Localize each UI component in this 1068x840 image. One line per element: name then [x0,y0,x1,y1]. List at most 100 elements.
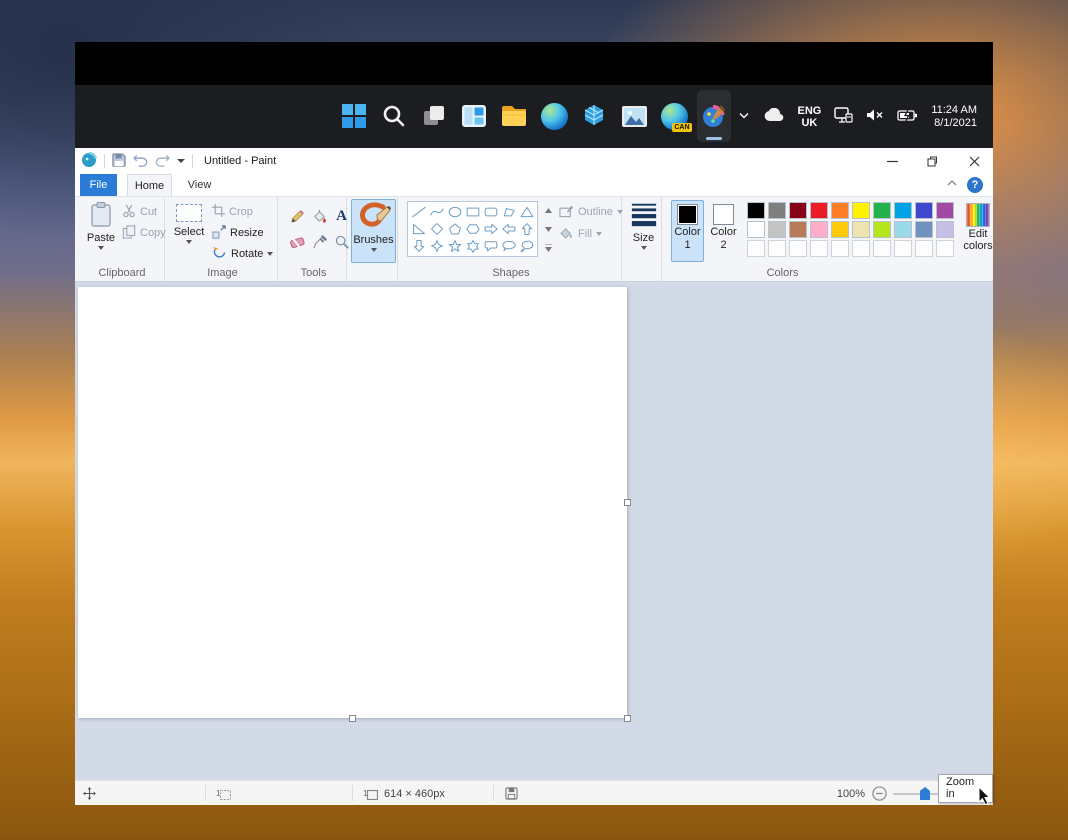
task-view-taskbar-icon[interactable] [417,90,451,142]
palette-swatch[interactable] [831,221,849,238]
shape-hexagon-button[interactable] [464,221,481,237]
palette-swatch[interactable] [915,202,933,219]
palette-swatch[interactable] [936,202,954,219]
onedrive-cloud-icon[interactable] [763,108,784,125]
palette-swatch[interactable] [789,202,807,219]
palette-swatch[interactable] [852,221,870,238]
shape-ellipse-button[interactable] [446,204,463,220]
size-dropdown-caret[interactable] [641,246,647,250]
pencil-tool-button[interactable] [287,205,308,227]
cut-button[interactable]: Cut [122,203,157,221]
magnifier-tool-button[interactable] [331,231,352,253]
minimize-button[interactable] [875,148,909,174]
resize-handle-corner[interactable] [624,715,631,722]
tab-home[interactable]: Home [127,174,172,196]
palette-swatch[interactable] [894,202,912,219]
brushes-dropdown-caret[interactable] [371,248,377,252]
palette-swatch[interactable] [852,202,870,219]
undo-button[interactable] [133,153,148,170]
palette-swatch[interactable] [810,221,828,238]
search-taskbar-icon[interactable] [377,90,411,142]
palette-swatch[interactable] [768,221,786,238]
palette-swatch[interactable] [873,221,891,238]
select-dropdown-caret[interactable] [186,240,192,244]
fill-dropdown-caret[interactable] [596,232,602,236]
shape-diamond-button[interactable] [428,221,445,237]
palette-swatch[interactable] [789,221,807,238]
color-picker-tool-button[interactable] [309,231,330,253]
palette-empty-slot[interactable] [747,240,765,257]
fill-button[interactable]: Fill [559,225,602,243]
zoom-slider-thumb[interactable] [920,787,930,800]
palette-swatch[interactable] [936,221,954,238]
tab-file[interactable]: File [80,174,117,196]
edit-colors-button[interactable]: Edit colors [955,200,1001,262]
shape-pentagon-button[interactable] [446,221,463,237]
hidden-icons-chevron-icon[interactable] [738,109,750,124]
3d-viewer-taskbar-icon[interactable] [577,90,611,142]
palette-swatch[interactable] [747,221,765,238]
outline-dropdown-caret[interactable] [617,210,623,214]
fill-tool-button[interactable] [309,205,330,227]
palette-swatch[interactable] [873,202,891,219]
resize-handle-bottom[interactable] [349,715,356,722]
shape-six-point-star-button[interactable] [464,238,481,254]
widgets-taskbar-icon[interactable] [457,90,491,142]
palette-swatch[interactable] [894,221,912,238]
collapse-ribbon-icon[interactable] [947,178,957,190]
tab-view[interactable]: View [177,174,222,196]
shape-triangle-button[interactable] [518,204,535,220]
shape-oval-callout-button[interactable] [500,238,517,254]
palette-empty-slot[interactable] [831,240,849,257]
palette-empty-slot[interactable] [873,240,891,257]
shapes-scroll-up-icon[interactable] [542,201,554,219]
brushes-button[interactable]: Brushes [351,199,396,263]
palette-empty-slot[interactable] [936,240,954,257]
shapes-more-icon[interactable] [542,239,554,257]
select-button[interactable]: Select [171,200,207,260]
battery-icon[interactable] [897,109,918,125]
close-button[interactable] [957,148,991,174]
copy-button[interactable]: Copy [122,224,166,242]
palette-empty-slot[interactable] [894,240,912,257]
palette-swatch[interactable] [915,221,933,238]
shape-four-point-star-button[interactable] [428,238,445,254]
shape-rounded-rectangle-button[interactable] [482,204,499,220]
shape-polygon-button[interactable] [500,204,517,220]
zoom-out-button[interactable] [872,781,887,806]
shape-right-triangle-button[interactable] [410,221,427,237]
shape-left-arrow-button[interactable] [500,221,517,237]
zoom-slider-track[interactable] [893,793,939,795]
palette-empty-slot[interactable] [810,240,828,257]
outline-button[interactable]: Outline [559,203,623,221]
edge-canary-taskbar-icon[interactable]: CAN [657,90,691,142]
palette-swatch[interactable] [831,202,849,219]
shape-rounded-callout-button[interactable] [482,238,499,254]
redo-button[interactable] [155,153,170,170]
volume-muted-icon[interactable] [866,108,884,125]
shape-five-point-star-button[interactable] [446,238,463,254]
palette-swatch[interactable] [810,202,828,219]
customize-toolbar-chevron-icon[interactable] [177,155,185,167]
text-tool-button[interactable]: A [331,205,352,227]
help-button[interactable]: ? [967,177,983,193]
palette-empty-slot[interactable] [768,240,786,257]
paint-taskbar-icon[interactable] [697,90,731,142]
palette-swatch[interactable] [747,202,765,219]
shape-right-arrow-button[interactable] [482,221,499,237]
file-explorer-taskbar-icon[interactable] [497,90,531,142]
palette-swatch[interactable] [768,202,786,219]
save-button[interactable] [112,153,126,170]
language-indicator[interactable]: ENGUK [797,105,821,129]
color1-button[interactable]: Color 1 [671,200,704,262]
color2-button[interactable]: Color 2 [707,200,740,262]
clock[interactable]: 11:24 AM8/1/2021 [931,104,977,130]
shapes-scroll-down-icon[interactable] [542,220,554,238]
resize-handle-right[interactable] [624,499,631,506]
shape-cloud-callout-button[interactable] [518,238,535,254]
restore-button[interactable] [915,148,949,174]
shape-down-arrow-button[interactable] [410,238,427,254]
shape-line-button[interactable] [410,204,427,220]
shape-curve-button[interactable] [428,204,445,220]
shape-rectangle-button[interactable] [464,204,481,220]
